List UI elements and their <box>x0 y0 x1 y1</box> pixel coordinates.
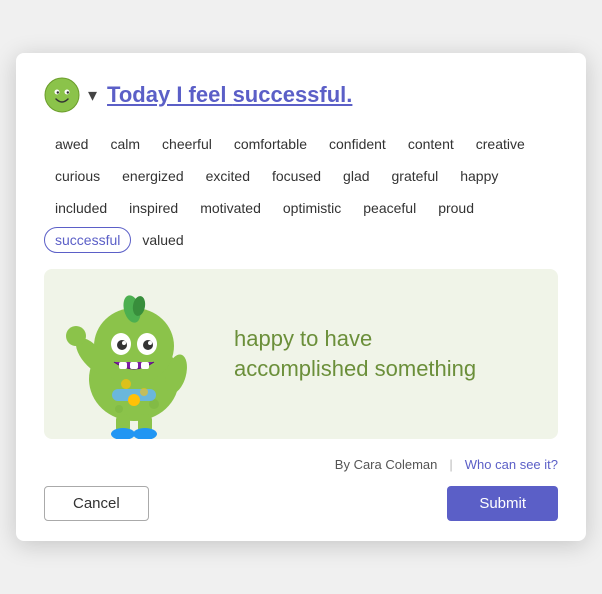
feeling-happy[interactable]: happy <box>449 163 509 189</box>
description-line1: happy to have <box>234 324 538 354</box>
feeling-awed[interactable]: awed <box>44 131 99 157</box>
feeling-content[interactable]: content <box>397 131 465 157</box>
feeling-valued[interactable]: valued <box>131 227 194 253</box>
by-author: By Cara Coleman <box>335 457 438 472</box>
header-title: Today I feel successful. <box>107 82 352 108</box>
monster-svg <box>54 274 214 439</box>
feeling-proud[interactable]: proud <box>427 195 485 221</box>
feeling-cheerful[interactable]: cheerful <box>151 131 223 157</box>
character-panel: happy to have accomplished something <box>44 269 558 439</box>
feeling-optimistic[interactable]: optimistic <box>272 195 352 221</box>
feeling-inspired[interactable]: inspired <box>118 195 189 221</box>
feeling-motivated[interactable]: motivated <box>189 195 272 221</box>
feeling-successful[interactable]: successful <box>44 227 131 253</box>
emoji-icon <box>44 77 80 113</box>
footer-actions: Cancel Submit <box>44 486 558 521</box>
separator: | <box>449 457 452 472</box>
submit-button[interactable]: Submit <box>447 486 558 521</box>
feeling-glad[interactable]: glad <box>332 163 380 189</box>
selected-feeling-label: successful. <box>233 82 353 107</box>
footer-meta: By Cara Coleman | Who can see it? <box>44 457 558 472</box>
feeling-excited[interactable]: excited <box>195 163 261 189</box>
cancel-button[interactable]: Cancel <box>44 486 149 521</box>
dialog: ▾ Today I feel successful. awedcalmcheer… <box>16 53 586 541</box>
feeling-included[interactable]: included <box>44 195 118 221</box>
feeling-creative[interactable]: creative <box>465 131 536 157</box>
character-image <box>44 269 224 439</box>
feelings-grid: awedcalmcheerfulcomfortableconfidentcont… <box>44 131 558 253</box>
feeling-energized[interactable]: energized <box>111 163 195 189</box>
feeling-grateful[interactable]: grateful <box>381 163 450 189</box>
feeling-curious[interactable]: curious <box>44 163 111 189</box>
feeling-comfortable[interactable]: comfortable <box>223 131 318 157</box>
feeling-focused[interactable]: focused <box>261 163 332 189</box>
character-description: happy to have accomplished something <box>224 304 558 403</box>
feeling-confident[interactable]: confident <box>318 131 397 157</box>
description-line2: accomplished something <box>234 354 538 384</box>
chevron-down-icon[interactable]: ▾ <box>88 85 97 106</box>
feeling-calm[interactable]: calm <box>99 131 151 157</box>
header: ▾ Today I feel successful. <box>44 77 558 113</box>
who-can-see-link[interactable]: Who can see it? <box>465 457 558 472</box>
feeling-peaceful[interactable]: peaceful <box>352 195 427 221</box>
